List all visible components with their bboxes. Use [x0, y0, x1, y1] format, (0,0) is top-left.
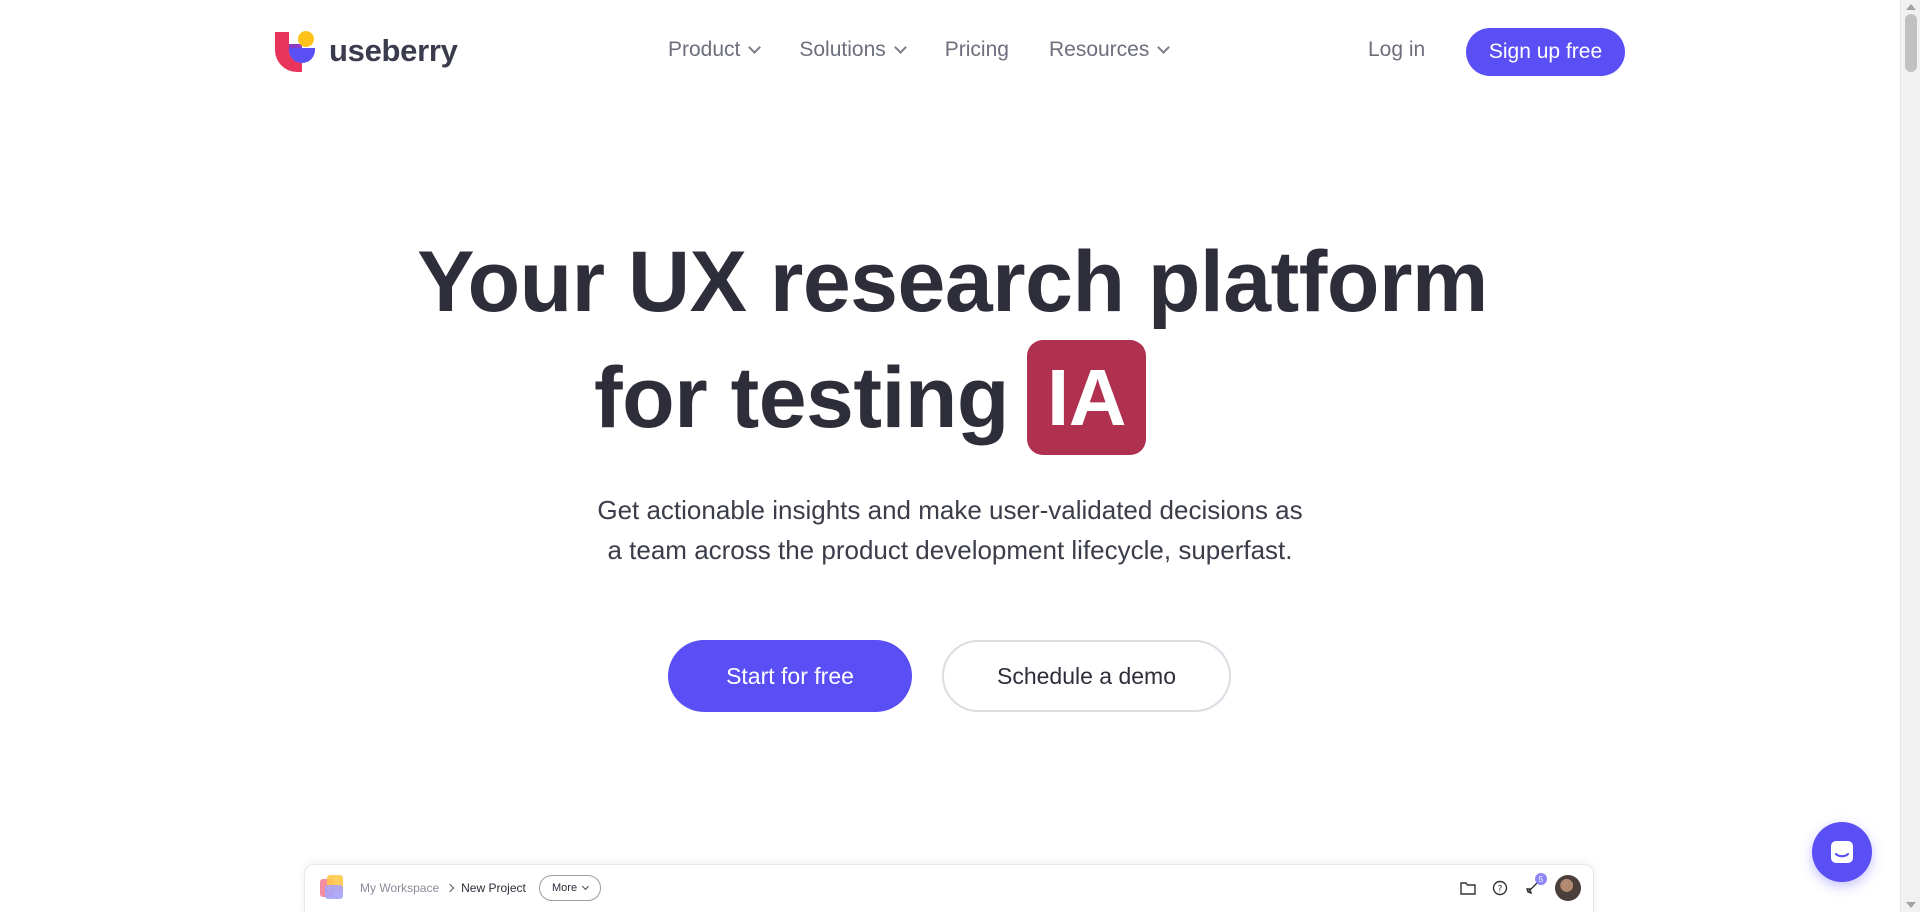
nav-item-product[interactable]: Product [668, 38, 762, 62]
nav-item-label: Product [668, 38, 741, 61]
site-header: useberry Product Solutions Pricing Resou… [0, 0, 1900, 102]
login-link[interactable]: Log in [1368, 38, 1425, 62]
page-scrollbar[interactable] [1900, 0, 1920, 912]
brand-logo[interactable]: useberry [275, 30, 458, 72]
signup-button[interactable]: Sign up free [1466, 28, 1625, 76]
more-button[interactable]: More [539, 875, 602, 901]
rocket-icon[interactable]: 5 [1523, 873, 1547, 897]
chevron-down-icon [893, 40, 907, 54]
hero-rotating-badge: IA [1026, 340, 1146, 455]
nav-item-label: Pricing [944, 38, 1009, 61]
breadcrumb-workspace[interactable]: My Workspace [360, 881, 439, 895]
scrollbar-thumb[interactable] [1905, 14, 1917, 72]
chevron-down-icon [1157, 40, 1171, 54]
scroll-up-icon[interactable] [1906, 4, 1916, 10]
breadcrumb-project[interactable]: New Project [461, 881, 526, 895]
folder-icon[interactable] [1459, 879, 1477, 897]
avatar[interactable] [1555, 875, 1581, 901]
more-button-label: More [552, 882, 578, 894]
hero-title-line2: for testing IA [0, 340, 1900, 455]
nav-item-label: Resources [1048, 38, 1150, 61]
svg-text:?: ? [1498, 885, 1503, 895]
app-logo-icon [317, 873, 347, 903]
breadcrumb: My Workspace New Project [360, 881, 526, 895]
main-nav: Product Solutions Pricing Resources [668, 38, 1171, 62]
nav-item-pricing[interactable]: Pricing [945, 38, 1009, 62]
hero-subtitle-line1: Get actionable insights and make user-va… [597, 495, 1303, 525]
hero-title-text: for testing [594, 349, 1009, 446]
hero-title-line1: Your UX research platform [417, 234, 1488, 330]
scroll-down-icon[interactable] [1906, 902, 1916, 908]
brand-name: useberry [329, 33, 458, 68]
chevron-down-icon [748, 40, 762, 54]
chevron-right-icon [445, 883, 455, 893]
nav-item-solutions[interactable]: Solutions [799, 38, 907, 62]
app-preview: My Workspace New Project More ? 5 [304, 864, 1594, 912]
start-free-button[interactable]: Start for free [668, 640, 912, 712]
chat-widget-button[interactable] [1812, 822, 1872, 882]
hero-title: Your UX research platform for testing IA [0, 228, 1900, 455]
notification-badge: 5 [1535, 873, 1547, 885]
nav-item-resources[interactable]: Resources [1048, 38, 1171, 62]
preview-toolbar: ? 5 [1459, 873, 1581, 901]
nav-item-label: Solutions [799, 38, 886, 61]
hero-subtitle: Get actionable insights and make user-va… [0, 490, 1900, 570]
chevron-down-icon [582, 882, 590, 891]
hero-subtitle-line2: a team across the product development li… [607, 535, 1293, 565]
schedule-demo-button[interactable]: Schedule a demo [942, 640, 1231, 712]
chat-icon [1831, 841, 1853, 863]
useberry-logo-icon [275, 30, 315, 72]
help-icon[interactable]: ? [1491, 879, 1509, 897]
